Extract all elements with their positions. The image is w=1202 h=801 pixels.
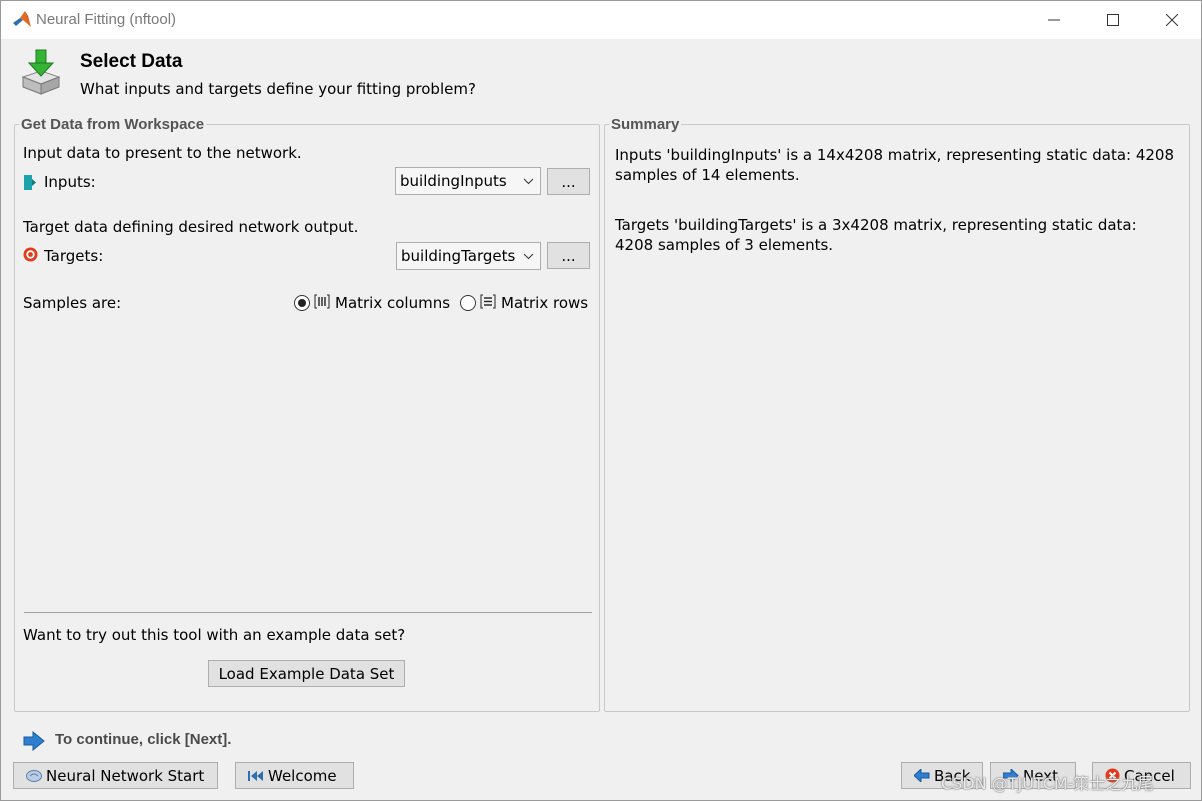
window-title: Neural Fitting (nftool) <box>36 11 177 28</box>
inputs-browse-button[interactable]: ... <box>547 168 590 195</box>
matrix-columns-label[interactable]: Matrix columns <box>335 294 450 312</box>
get-data-panel: Get Data from Workspace Input data to pr… <box>14 116 600 712</box>
rewind-icon <box>248 770 264 782</box>
brain-icon <box>26 769 42 783</box>
page-subtitle: What inputs and targets define your fitt… <box>80 80 476 98</box>
minimize-icon <box>1048 19 1060 21</box>
matrix-columns-icon <box>314 294 330 309</box>
inputs-icon <box>24 175 36 190</box>
targets-browse-button[interactable]: ... <box>547 242 590 269</box>
nftool-window: Neural Fitting (nftool) Select Data What… <box>0 0 1202 801</box>
neural-network-start-label: Neural Network Start <box>46 766 205 785</box>
matlab-icon <box>13 11 31 27</box>
targets-description: Target data defining desired network out… <box>23 218 359 236</box>
targets-label: Targets: <box>44 247 104 265</box>
summary-legend: Summary <box>609 116 682 133</box>
get-data-legend: Get Data from Workspace <box>19 116 207 133</box>
inputs-select[interactable]: buildingInputs <box>395 167 541 195</box>
load-example-button[interactable]: Load Example Data Set <box>208 660 405 687</box>
minimize-button[interactable] <box>1025 1 1083 39</box>
watermark: CSDN @TJUTCM-策士之九尾 <box>941 774 1154 793</box>
targets-icon <box>23 247 38 262</box>
summary-inputs-text: Inputs 'buildingInputs' is a 14x4208 mat… <box>615 146 1175 184</box>
separator <box>24 612 592 613</box>
matrix-rows-icon <box>480 294 496 309</box>
close-button[interactable] <box>1143 1 1201 39</box>
samples-label: Samples are: <box>23 294 122 312</box>
example-prompt: Want to try out this tool with an exampl… <box>23 626 406 644</box>
arrow-left-icon <box>914 769 930 782</box>
arrow-right-icon <box>23 731 45 751</box>
matrix-rows-radio[interactable] <box>460 295 476 311</box>
inputs-label: Inputs: <box>44 173 96 191</box>
close-icon <box>1166 14 1178 26</box>
neural-network-start-button[interactable]: Neural Network Start <box>13 762 218 789</box>
select-data-icon <box>21 49 61 95</box>
maximize-icon <box>1107 14 1119 26</box>
targets-select-value: buildingTargets <box>401 247 516 265</box>
summary-targets-text: Targets 'buildingTargets' is a 3x4208 ma… <box>615 216 1137 254</box>
continue-hint: To continue, click [Next]. <box>55 731 232 748</box>
page-title: Select Data <box>80 51 183 72</box>
summary-panel: Summary Inputs 'buildingInputs' is a 14x… <box>604 116 1190 712</box>
welcome-button[interactable]: Welcome <box>235 762 354 789</box>
targets-select[interactable]: buildingTargets <box>396 242 541 270</box>
welcome-label: Welcome <box>268 766 337 785</box>
matrix-rows-label[interactable]: Matrix rows <box>501 294 588 312</box>
title-bar: Neural Fitting (nftool) <box>1 1 1201 39</box>
inputs-description: Input data to present to the network. <box>23 144 302 162</box>
maximize-button[interactable] <box>1084 1 1142 39</box>
chevron-down-icon <box>523 178 534 185</box>
chevron-down-icon <box>523 253 534 260</box>
inputs-select-value: buildingInputs <box>400 172 507 190</box>
matrix-columns-radio[interactable] <box>294 295 310 311</box>
